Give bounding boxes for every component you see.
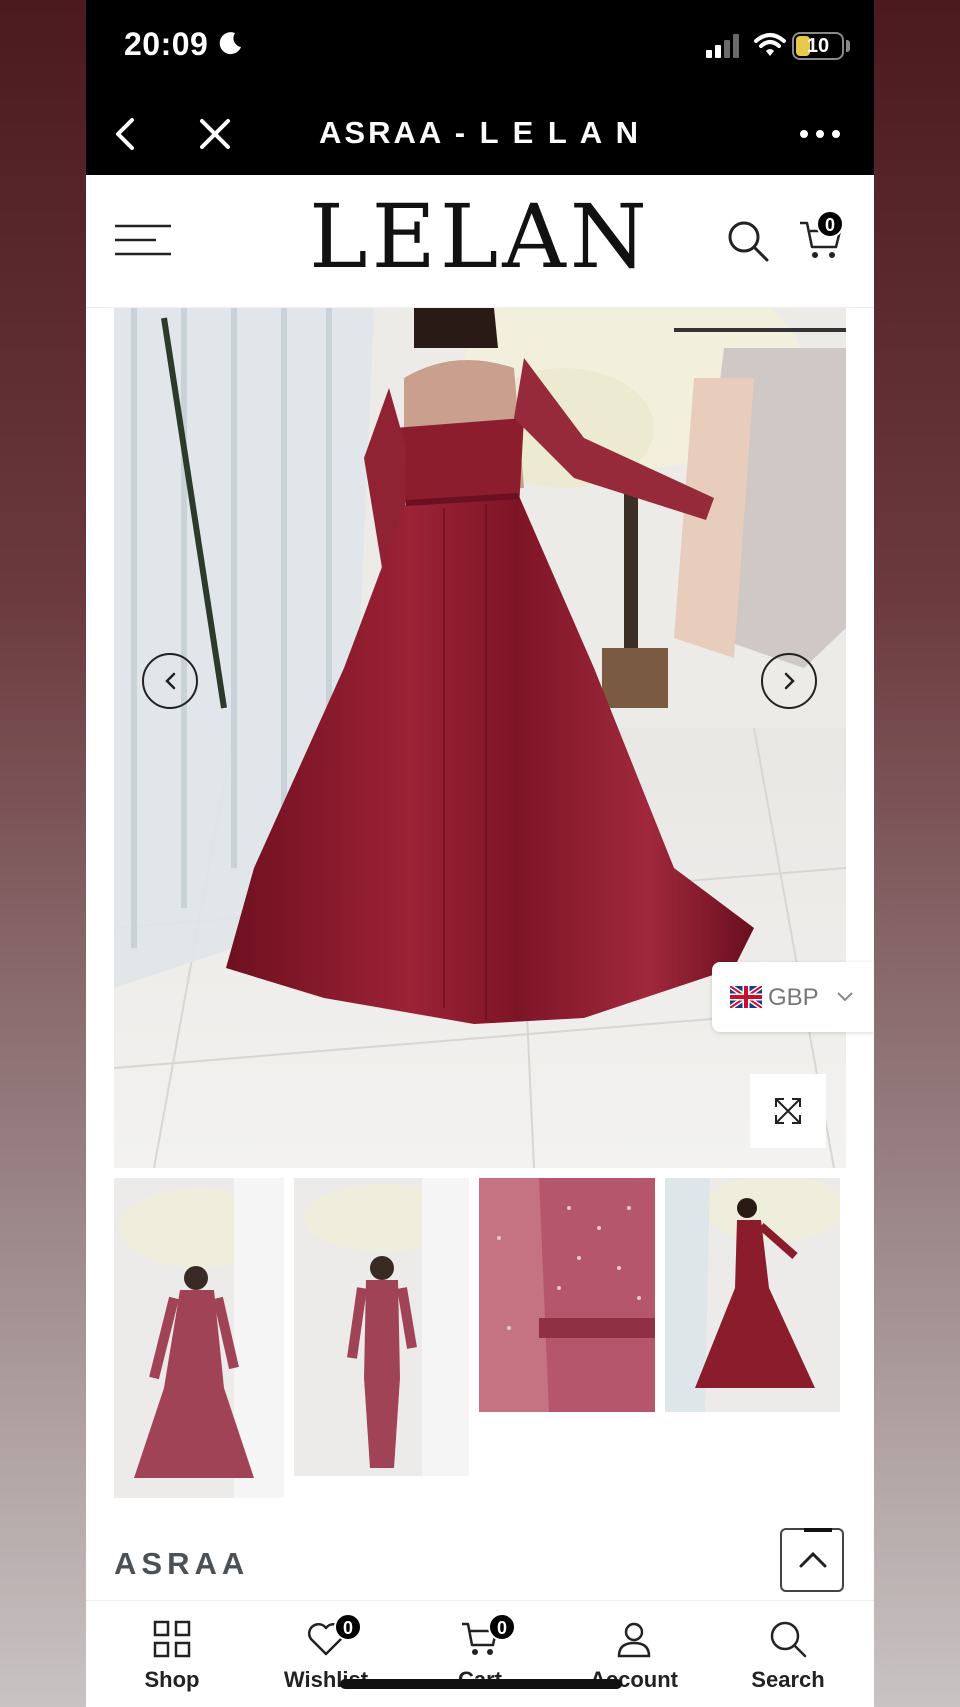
status-time: 20:09 [124, 26, 209, 62]
search-icon [770, 1621, 807, 1658]
site-logo[interactable]: LELAN [306, 185, 654, 288]
dress-back-photo [114, 308, 846, 1168]
uk-flag-icon [730, 986, 762, 1008]
status-bar: 20:09 10 [86, 0, 874, 95]
nav-search[interactable]: Search [718, 1601, 858, 1707]
phone-screen: 20:09 10 ASRAA - L E L A N LELAN 0 GBP A… [86, 0, 874, 1707]
close-icon[interactable] [198, 117, 232, 151]
battery-nub [846, 40, 850, 52]
nav-label: Shop [144, 1667, 200, 1692]
back-to-top-bar [804, 1528, 832, 1532]
menu-icon[interactable] [114, 223, 172, 257]
nav-cart[interactable]: 0 Cart [410, 1601, 550, 1707]
thumbnail-4[interactable] [665, 1178, 840, 1412]
battery-percent: 10 [806, 35, 830, 57]
cart-count-badge: 0 [816, 210, 844, 238]
more-icon[interactable] [798, 119, 842, 149]
nav-wishlist[interactable]: 0 Wishlist [256, 1601, 396, 1707]
thumbnail-image [114, 1178, 284, 1498]
bottom-nav: Shop 0 Wishlist 0 Cart Account [86, 1600, 874, 1707]
expand-icon [775, 1098, 801, 1124]
cart-count-badge: 0 [488, 1613, 516, 1641]
nav-shop[interactable]: Shop [102, 1601, 242, 1707]
home-indicator [340, 1679, 622, 1689]
zoom-button[interactable] [750, 1074, 826, 1148]
user-icon [617, 1622, 651, 1658]
thumbnail-image [479, 1178, 655, 1412]
back-to-top-button[interactable] [780, 1528, 844, 1592]
chevron-left-icon[interactable] [110, 117, 144, 151]
prev-image-button[interactable] [141, 652, 199, 710]
search-icon[interactable] [726, 219, 770, 263]
thumbnail-image [665, 1178, 840, 1412]
chevron-down-icon [837, 992, 853, 1002]
wishlist-count-badge: 0 [334, 1613, 362, 1641]
thumbnail-3[interactable] [479, 1178, 655, 1412]
product-main-image[interactable] [114, 308, 846, 1168]
nav-label: Search [751, 1667, 825, 1692]
grid-icon [153, 1620, 191, 1658]
signal-icon [706, 34, 739, 58]
thumbnail-2[interactable] [294, 1178, 469, 1476]
nav-account[interactable]: Account [564, 1601, 704, 1707]
site-header: LELAN 0 [86, 175, 874, 308]
next-image-button[interactable] [760, 652, 818, 710]
browser-bar: ASRAA - L E L A N [86, 95, 874, 175]
browser-title: ASRAA - L E L A N [319, 115, 641, 150]
thumbnail-image [294, 1178, 469, 1476]
currency-label: GBP [768, 984, 819, 1011]
moon-icon [219, 32, 241, 55]
product-title: ASRAA [114, 1546, 250, 1581]
wifi-icon [754, 33, 786, 56]
thumbnail-1[interactable] [114, 1178, 284, 1498]
chevron-up-icon [799, 1551, 827, 1568]
battery-icon: 10 [792, 32, 844, 60]
currency-selector[interactable]: GBP [712, 962, 874, 1032]
